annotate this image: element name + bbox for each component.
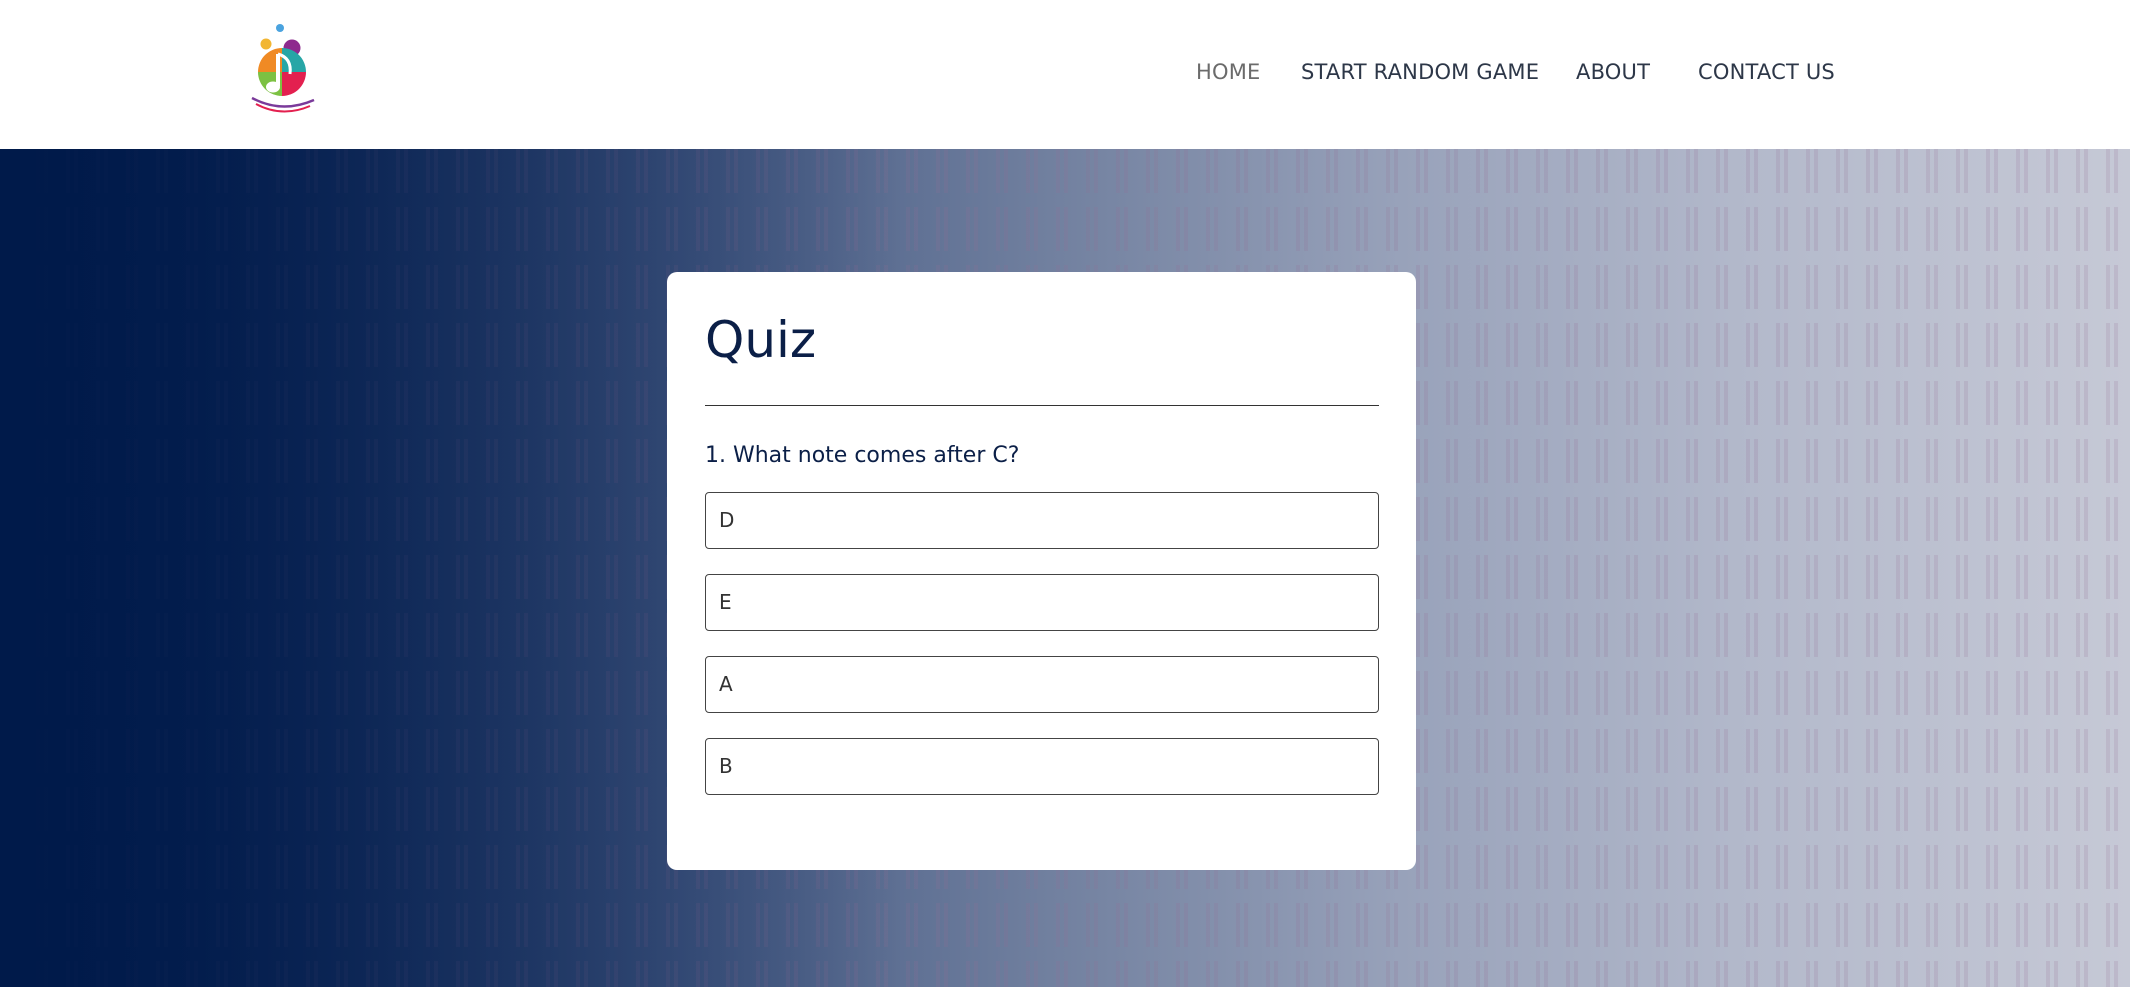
main-nav: HOME START RANDOM GAME ABOUT CONTACT US bbox=[0, 57, 2130, 87]
quiz-card: Quiz 1. What note comes after C? D E A B bbox=[667, 272, 1416, 870]
title-divider bbox=[705, 405, 1379, 406]
quiz-question: 1. What note comes after C? bbox=[705, 443, 1020, 468]
answer-option[interactable]: D bbox=[705, 492, 1379, 549]
answer-option[interactable]: E bbox=[705, 574, 1379, 631]
answer-option[interactable]: B bbox=[705, 738, 1379, 795]
nav-home-link[interactable]: HOME bbox=[1196, 57, 1261, 87]
nav-contact-us-link[interactable]: CONTACT US bbox=[1698, 57, 1835, 87]
site-header: HOME START RANDOM GAME ABOUT CONTACT US bbox=[0, 0, 2130, 149]
nav-start-random-game-link[interactable]: START RANDOM GAME bbox=[1301, 57, 1539, 87]
answer-option[interactable]: A bbox=[705, 656, 1379, 713]
nav-about-link[interactable]: ABOUT bbox=[1576, 57, 1650, 87]
quiz-title: Quiz bbox=[705, 311, 817, 369]
